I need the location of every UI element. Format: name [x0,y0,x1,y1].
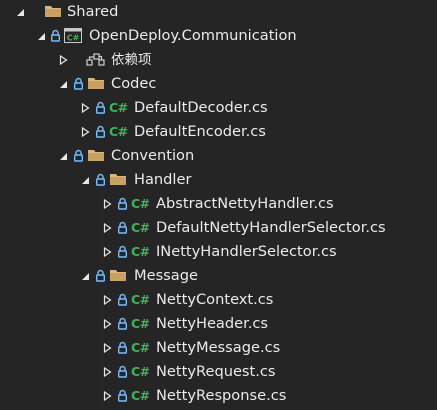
lock-icon [118,221,127,234]
tree-item-file[interactable]: C# NettyRequest.cs [0,360,437,384]
folder-icon [88,150,104,161]
tree-item-file[interactable]: C# NettyContext.cs [0,288,437,312]
tree-item-dependencies[interactable]: 依赖项 [0,48,437,72]
csharp-file-icon: C# [131,220,150,235]
tree-item-label: Convention [111,147,195,164]
lock-icon [96,173,105,186]
lock-icon [118,293,127,306]
tree-item-label: Message [134,267,198,284]
csharp-file-icon: C# [131,340,150,355]
tree-item-label: NettyHeader.cs [156,315,269,332]
csharp-file-icon: C# [109,124,128,139]
folder-icon [110,174,126,185]
tree-item-label: DefaultNettyHandlerSelector.cs [156,219,386,236]
lock-icon [96,101,105,114]
tree-item-label: Shared [67,3,119,20]
tree-item-file[interactable]: C# DefaultDecoder.cs [0,96,437,120]
tree-item-label: NettyResponse.cs [156,387,287,404]
tree-item-convention-folder[interactable]: Convention [0,144,437,168]
folder-icon [45,6,61,17]
csharp-file-icon: C# [131,364,150,379]
expanded-arrow-icon[interactable] [36,31,46,41]
tree-item-label: NettyMessage.cs [156,339,281,356]
expanded-arrow-icon[interactable] [58,79,68,89]
csharp-file-icon: C# [131,292,150,307]
tree-item-label: Codec [111,75,157,92]
lock-icon [118,341,127,354]
tree-item-file[interactable]: C# AbstractNettyHandler.cs [0,192,437,216]
lock-icon [51,29,60,42]
lock-icon [96,269,105,282]
csharp-file-icon: C# [131,196,150,211]
collapsed-arrow-icon[interactable] [102,391,112,401]
tree-item-file[interactable]: C# NettyMessage.cs [0,336,437,360]
tree-item-label: OpenDeploy.Communication [89,27,297,44]
tree-item-project-opendeploy-communication[interactable]: C# OpenDeploy.Communication [0,24,437,48]
lock-icon [118,389,127,402]
tree-item-label: DefaultDecoder.cs [134,99,268,116]
lock-icon [118,245,127,258]
collapsed-arrow-icon[interactable] [58,55,68,65]
tree-item-label: NettyRequest.cs [156,363,276,380]
tree-item-label: INettyHandlerSelector.cs [156,243,337,260]
tree-item-file[interactable]: C# NettyResponse.cs [0,384,437,408]
tree-item-label: Handler [134,171,192,188]
tree-item-file[interactable]: C# DefaultEncoder.cs [0,120,437,144]
expanded-arrow-icon[interactable] [80,271,90,281]
folder-icon [88,78,104,89]
expanded-arrow-icon[interactable] [15,7,25,17]
lock-icon [74,77,83,90]
tree-item-file[interactable]: C# INettyHandlerSelector.cs [0,240,437,264]
tree-item-label: AbstractNettyHandler.cs [156,195,334,212]
csharp-file-icon: C# [109,100,128,115]
tree-item-codec-folder[interactable]: Codec [0,72,437,96]
collapsed-arrow-icon[interactable] [102,319,112,329]
csharp-file-icon: C# [131,388,150,403]
lock-icon [96,125,105,138]
collapsed-arrow-icon[interactable] [80,103,90,113]
tree-item-label: 依赖项 [111,52,152,68]
collapsed-arrow-icon[interactable] [80,127,90,137]
tree-item-message-folder[interactable]: Message [0,264,437,288]
collapsed-arrow-icon[interactable] [102,343,112,353]
tree-item-file[interactable]: C# DefaultNettyHandlerSelector.cs [0,216,437,240]
collapsed-arrow-icon[interactable] [102,247,112,257]
csharp-file-icon: C# [131,244,150,259]
lock-icon [74,149,83,162]
tree-item-label: DefaultEncoder.cs [134,123,266,140]
csharp-project-icon: C# [64,28,82,43]
collapsed-arrow-icon[interactable] [102,295,112,305]
expanded-arrow-icon[interactable] [80,175,90,185]
dependencies-icon [86,53,105,66]
collapsed-arrow-icon[interactable] [102,199,112,209]
csharp-file-icon: C# [131,316,150,331]
tree-item-shared-folder[interactable]: Shared [0,0,437,24]
tree-item-handler-folder[interactable]: Handler [0,168,437,192]
tree-item-label: NettyContext.cs [156,291,274,308]
lock-icon [118,365,127,378]
collapsed-arrow-icon[interactable] [102,367,112,377]
tree-item-file[interactable]: C# NettyHeader.cs [0,312,437,336]
expanded-arrow-icon[interactable] [58,151,68,161]
lock-icon [118,197,127,210]
svg-text:C#: C# [67,34,80,43]
solution-explorer-tree: Shared C# OpenDeploy.Communication 依赖项 C… [0,0,437,410]
collapsed-arrow-icon[interactable] [102,223,112,233]
lock-icon [118,317,127,330]
folder-icon [110,270,126,281]
